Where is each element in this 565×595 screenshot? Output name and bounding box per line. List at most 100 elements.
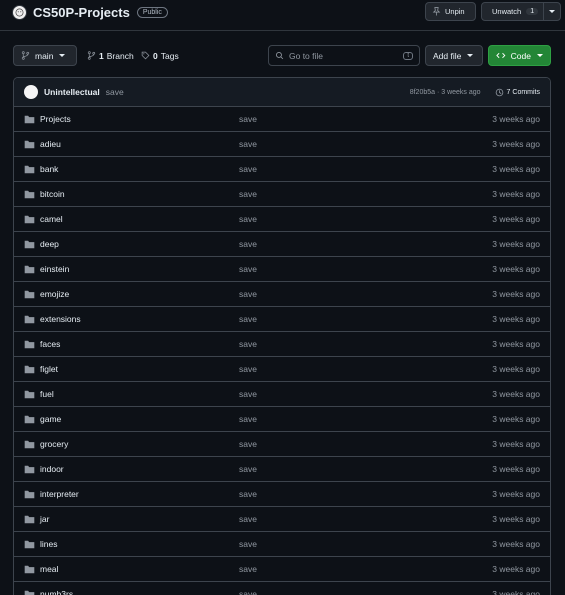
folder-icon: [24, 440, 35, 449]
file-commit-message[interactable]: save: [239, 464, 257, 474]
table-row[interactable]: jar save 3 weeks ago: [14, 507, 550, 532]
file-commit-message[interactable]: save: [239, 489, 257, 499]
table-row[interactable]: camel save 3 weeks ago: [14, 207, 550, 232]
file-name[interactable]: bitcoin: [40, 189, 65, 199]
table-row[interactable]: emojize save 3 weeks ago: [14, 282, 550, 307]
table-row[interactable]: deep save 3 weeks ago: [14, 232, 550, 257]
file-commit-message[interactable]: save: [239, 289, 257, 299]
file-commit-message[interactable]: save: [239, 214, 257, 224]
go-to-file-search[interactable]: t: [268, 45, 420, 66]
owner-avatar[interactable]: [12, 4, 27, 20]
table-row[interactable]: indoor save 3 weeks ago: [14, 457, 550, 482]
file-commit-time: 3 weeks ago: [492, 539, 540, 549]
file-name[interactable]: grocery: [40, 439, 68, 449]
file-name[interactable]: faces: [40, 339, 60, 349]
file-name[interactable]: meal: [40, 564, 58, 574]
search-input[interactable]: [289, 50, 394, 61]
code-icon: [496, 52, 506, 59]
file-list: Projects save 3 weeks ago adieu save 3 weeks …: [14, 107, 550, 595]
file-name[interactable]: deep: [40, 239, 59, 249]
file-commit-time: 3 weeks ago: [492, 314, 540, 324]
unwatch-button[interactable]: Unwatch 1: [481, 2, 561, 21]
table-row[interactable]: game save 3 weeks ago: [14, 407, 550, 432]
file-name[interactable]: emojize: [40, 289, 69, 299]
file-commit-message[interactable]: save: [239, 514, 257, 524]
table-row[interactable]: figlet save 3 weeks ago: [14, 357, 550, 382]
file-name[interactable]: lines: [40, 539, 57, 549]
repo-title[interactable]: CS50P-Projects: [33, 5, 130, 20]
file-name[interactable]: interpreter: [40, 489, 79, 499]
file-commit-message[interactable]: save: [239, 139, 257, 149]
avatar-face-icon: [15, 8, 24, 16]
history-icon: [495, 88, 503, 96]
branches-link[interactable]: 1 Branch: [87, 45, 134, 66]
file-name[interactable]: figlet: [40, 364, 58, 374]
file-commit-time: 3 weeks ago: [492, 414, 540, 424]
file-commit-message[interactable]: save: [239, 539, 257, 549]
add-file-button[interactable]: Add file: [425, 45, 483, 66]
commit-message[interactable]: save: [106, 87, 124, 97]
chevron-down-icon: [537, 54, 543, 57]
table-row[interactable]: lines save 3 weeks ago: [14, 532, 550, 557]
file-commit-message[interactable]: save: [239, 414, 257, 424]
folder-icon: [24, 240, 35, 249]
file-name[interactable]: fuel: [40, 389, 54, 399]
file-commit-time: 3 weeks ago: [492, 364, 540, 374]
file-name[interactable]: Projects: [40, 114, 71, 124]
file-commit-message[interactable]: save: [239, 164, 257, 174]
table-row[interactable]: bank save 3 weeks ago: [14, 157, 550, 182]
table-row[interactable]: faces save 3 weeks ago: [14, 332, 550, 357]
file-name[interactable]: camel: [40, 214, 63, 224]
commit-author-avatar[interactable]: [24, 85, 38, 99]
table-row[interactable]: numb3rs save 3 weeks ago: [14, 582, 550, 595]
table-row[interactable]: meal save 3 weeks ago: [14, 557, 550, 582]
tag-label: Tags: [160, 50, 179, 61]
folder-icon: [24, 365, 35, 374]
tags-link[interactable]: 0 Tags: [141, 45, 179, 66]
file-commit-time: 3 weeks ago: [492, 439, 540, 449]
file-commit-message[interactable]: save: [239, 314, 257, 324]
branch-name: main: [35, 50, 54, 61]
file-commit-message[interactable]: save: [239, 339, 257, 349]
table-row[interactable]: interpreter save 3 weeks ago: [14, 482, 550, 507]
folder-icon: [24, 315, 35, 324]
branch-selector[interactable]: main: [13, 45, 77, 66]
table-row[interactable]: Projects save 3 weeks ago: [14, 107, 550, 132]
file-name[interactable]: game: [40, 414, 61, 424]
table-row[interactable]: einstein save 3 weeks ago: [14, 257, 550, 282]
commit-author[interactable]: Unintellectual: [44, 87, 100, 97]
file-commit-message[interactable]: save: [239, 564, 257, 574]
code-button[interactable]: Code: [488, 45, 551, 66]
search-icon: [275, 51, 284, 60]
table-row[interactable]: adieu save 3 weeks ago: [14, 132, 550, 157]
file-name[interactable]: numb3rs: [40, 589, 73, 595]
unpin-button[interactable]: Unpin: [425, 2, 476, 21]
table-row[interactable]: bitcoin save 3 weeks ago: [14, 182, 550, 207]
file-name[interactable]: jar: [40, 514, 49, 524]
table-row[interactable]: fuel save 3 weeks ago: [14, 382, 550, 407]
branch-count: 1: [99, 50, 104, 61]
file-commit-message[interactable]: save: [239, 439, 257, 449]
folder-icon: [24, 340, 35, 349]
file-commit-time: 3 weeks ago: [492, 464, 540, 474]
table-row[interactable]: grocery save 3 weeks ago: [14, 432, 550, 457]
file-commit-message[interactable]: save: [239, 114, 257, 124]
file-name[interactable]: bank: [40, 164, 58, 174]
file-commit-message[interactable]: save: [239, 364, 257, 374]
file-commit-message[interactable]: save: [239, 189, 257, 199]
file-commit-message[interactable]: save: [239, 589, 257, 595]
commit-hash-time[interactable]: 8f20b5a · 3 weeks ago: [410, 89, 481, 96]
file-name[interactable]: extensions: [40, 314, 81, 324]
file-commit-message[interactable]: save: [239, 239, 257, 249]
table-row[interactable]: extensions save 3 weeks ago: [14, 307, 550, 332]
file-name[interactable]: indoor: [40, 464, 64, 474]
unwatch-dropdown[interactable]: [543, 3, 556, 20]
file-commit-message[interactable]: save: [239, 389, 257, 399]
file-name[interactable]: adieu: [40, 139, 61, 149]
tag-icon: [141, 51, 150, 60]
folder-icon: [24, 515, 35, 524]
file-commit-message[interactable]: save: [239, 264, 257, 274]
file-name[interactable]: einstein: [40, 264, 69, 274]
folder-icon: [24, 165, 35, 174]
commits-link[interactable]: 7 Commits: [495, 88, 540, 97]
